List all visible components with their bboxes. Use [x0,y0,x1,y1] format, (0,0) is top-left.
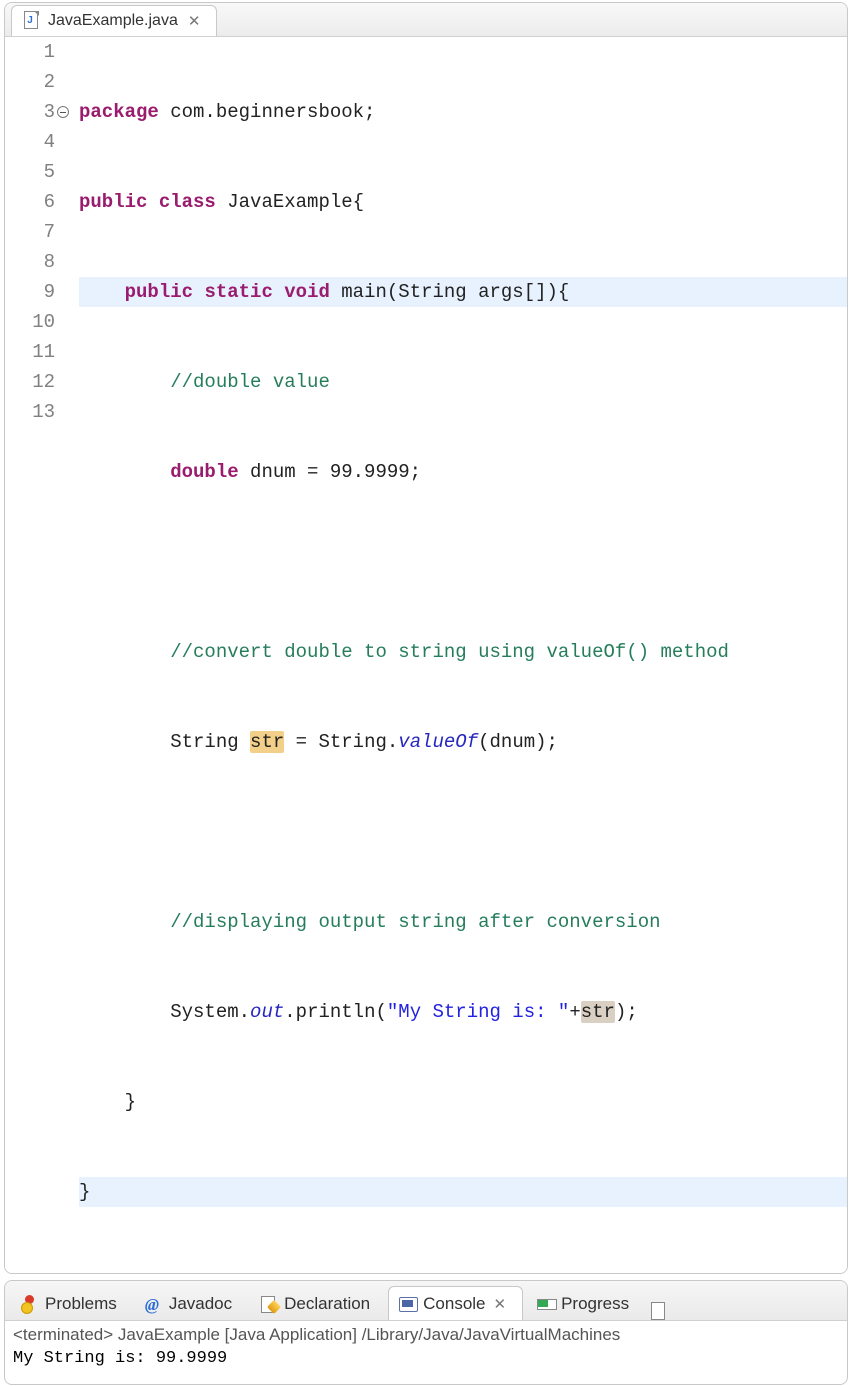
line-number: 1 [5,37,55,67]
tab-label: Declaration [284,1294,370,1314]
line-number: 2 [5,67,55,97]
code-line: //double value [79,367,847,397]
tab-javadoc[interactable]: @ Javadoc [135,1287,246,1320]
line-number: 11 [5,337,55,367]
line-number: 9 [5,277,55,307]
progress-icon [537,1295,555,1313]
close-icon[interactable]: ✕ [186,12,203,30]
java-file-icon: J [22,11,40,31]
bottom-panel: Problems @ Javadoc Declaration Console ✕… [4,1280,848,1385]
code-line: //displaying output string after convers… [79,907,847,937]
tab-label: Progress [561,1294,629,1314]
problems-icon [21,1295,39,1313]
code-line: public class JavaExample{ [79,187,847,217]
toolbar-extra-icon[interactable] [651,1302,665,1320]
line-number: 3 [5,97,55,127]
bottom-tabbar: Problems @ Javadoc Declaration Console ✕… [5,1281,847,1321]
close-icon[interactable]: ✕ [492,1295,509,1313]
fold-strip [61,37,79,1267]
console-status: <terminated> JavaExample [Java Applicati… [13,1325,839,1345]
tab-label: Javadoc [169,1294,232,1314]
tab-problems[interactable]: Problems [11,1287,131,1320]
editor-tabbar: J JavaExample.java ✕ [5,3,847,37]
code-line: } [79,1177,847,1207]
code-area[interactable]: package com.beginnersbook; public class … [79,37,847,1267]
line-number: 5 [5,157,55,187]
console-body: <terminated> JavaExample [Java Applicati… [5,1321,847,1384]
line-number: 12 [5,367,55,397]
tab-progress[interactable]: Progress [527,1287,643,1320]
line-number: 4 [5,127,55,157]
code-line: System.out.println("My String is: "+str)… [79,997,847,1027]
editor-tab-filename: JavaExample.java [48,12,178,30]
line-number: 8 [5,247,55,277]
line-number-gutter: 1 2 3 4 5 6 7 8 9 10 11 12 13 [5,37,61,1267]
tab-label: Problems [45,1294,117,1314]
editor-tab-java-file[interactable]: J JavaExample.java ✕ [11,5,217,36]
javadoc-icon: @ [145,1295,163,1313]
editor-body: 1 2 3 4 5 6 7 8 9 10 11 12 13 package co… [5,37,847,1273]
editor-panel: J JavaExample.java ✕ 1 2 3 4 5 6 7 8 9 1… [4,2,848,1274]
tab-declaration[interactable]: Declaration [250,1287,384,1320]
code-line: String str = String.valueOf(dnum); [79,727,847,757]
code-line: double dnum = 99.9999; [79,457,847,487]
code-line [79,547,847,577]
code-line: } [79,1087,847,1117]
console-output: My String is: 99.9999 [13,1349,839,1368]
line-number: 10 [5,307,55,337]
line-number: 6 [5,187,55,217]
tab-label: Console [423,1294,485,1314]
code-line [79,817,847,847]
declaration-icon [260,1295,278,1313]
tab-console[interactable]: Console ✕ [388,1286,523,1320]
code-line: public static void main(String args[]){ [79,277,847,307]
line-number: 13 [5,397,55,427]
code-line: package com.beginnersbook; [79,97,847,127]
console-icon [399,1295,417,1313]
line-number: 7 [5,217,55,247]
code-line: //convert double to string using valueOf… [79,637,847,667]
